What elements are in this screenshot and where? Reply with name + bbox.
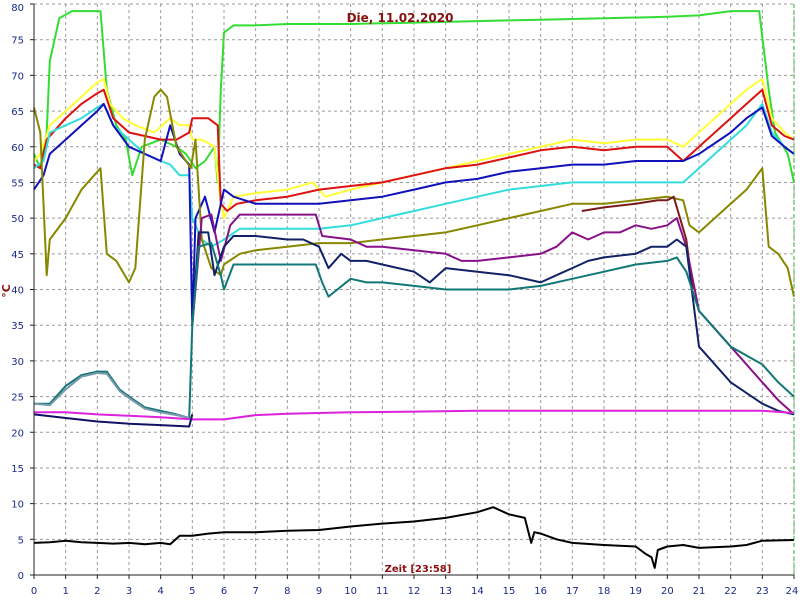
x-tick-label: 14 [471, 586, 484, 597]
x-tick-label: 5 [189, 586, 195, 597]
y-tick-label: 70 [11, 71, 24, 82]
x-tick-label: 8 [284, 586, 290, 597]
x-tick-label: 6 [221, 586, 227, 597]
y-tick-label: 55 [11, 178, 24, 189]
x-tick-label: 4 [157, 586, 163, 597]
x-tick-label: 13 [439, 586, 452, 597]
y-tick-label: 80 [11, 3, 24, 14]
y-tick-label: 40 [11, 286, 24, 297]
x-tick-label: 17 [566, 586, 579, 597]
y-axis-label: °C [0, 284, 13, 298]
chart-title: Die, 11.02.2020 [347, 11, 454, 25]
x-tick-label: 21 [693, 586, 706, 597]
x-tick-label: 1 [62, 586, 68, 597]
y-tick-label: 25 [11, 393, 24, 404]
x-tick-label: 16 [534, 586, 547, 597]
x-tick-label: 12 [408, 586, 421, 597]
y-tick-label: 35 [11, 321, 24, 332]
y-tick-label: 0 [18, 571, 24, 582]
y-tick-label: 5 [18, 535, 24, 546]
x-tick-label: 24 [786, 586, 799, 597]
x-tick-label: 10 [344, 586, 357, 597]
x-tick-label: 2 [94, 586, 100, 597]
y-tick-label: 10 [11, 500, 24, 511]
chart: 0 1 2 3 4 5 6 7 8 9 10 11 12 13 14 15 16 17 18 19 20 21 22 23 24… [0, 3, 799, 597]
x-tick-label: 23 [756, 586, 769, 597]
y-tick-label: 20 [11, 428, 24, 439]
x-tick-label: 3 [126, 586, 132, 597]
y-tick-label: 50 [11, 214, 24, 225]
x-tick-label: 0 [31, 586, 37, 597]
x-tick-label: 11 [376, 586, 389, 597]
y-tick-label: 60 [11, 143, 24, 154]
x-tick-label: 7 [252, 586, 258, 597]
x-axis-label: Zeit [23:58] [385, 564, 452, 575]
y-tick-label: 15 [11, 464, 24, 475]
x-tick-label: 9 [316, 586, 322, 597]
y-tick-label: 75 [11, 36, 24, 47]
x-tick-label: 22 [724, 586, 737, 597]
y-tick-label: 30 [11, 357, 24, 368]
x-tick-label: 20 [661, 586, 674, 597]
y-tick-label: 65 [11, 107, 24, 118]
x-tick-label: 15 [503, 586, 516, 597]
x-tick-label: 19 [629, 586, 642, 597]
x-tick-label: 18 [598, 586, 611, 597]
y-tick-label: 45 [11, 250, 24, 261]
